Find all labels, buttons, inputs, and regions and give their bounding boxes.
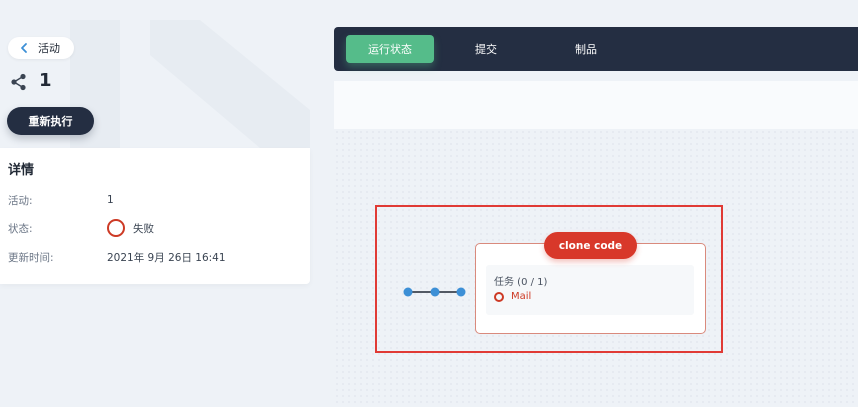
chevron-left-icon (21, 43, 27, 53)
task-item-label: Mail (511, 291, 532, 302)
rerun-button[interactable]: 重新执行 (7, 107, 94, 135)
pipeline-connector (403, 287, 466, 297)
detail-value: 1 (107, 194, 114, 206)
details-title: 详情 (8, 163, 35, 178)
task-box[interactable]: 任务 (0 / 1) Mail (486, 265, 694, 315)
detail-key: 更新时间: (8, 251, 54, 264)
tab-commits[interactable]: 提交 (458, 35, 514, 63)
detail-row-updated: 更新时间: 2021年 9月 26日 16:41 (8, 248, 308, 266)
detail-key: 活动: (8, 194, 33, 207)
tab-run-status[interactable]: 运行状态 (346, 35, 434, 63)
tab-bar: 运行状态 提交 制品 (334, 27, 858, 71)
tab-artifacts[interactable]: 制品 (558, 35, 614, 63)
run-number: 1 (39, 70, 52, 91)
run-header: 活动 1 重新执行 (0, 0, 310, 148)
details-card: 详情 活动: 1 状态: 失败 更新时间: 2021年 9月 26日 16:41 (0, 148, 310, 284)
failed-status-ring-icon (494, 291, 504, 302)
stage-name-badge[interactable]: clone code (544, 232, 637, 259)
task-count: 任务 (0 / 1) (494, 277, 548, 288)
failed-status-ring-icon (107, 219, 125, 237)
detail-row-activity: 活动: 1 (8, 191, 308, 209)
task-item[interactable]: Mail (494, 291, 531, 302)
detail-row-status: 状态: 失败 (8, 219, 308, 237)
detail-value: 2021年 9月 26日 16:41 (107, 251, 226, 264)
detail-key: 状态: (8, 222, 33, 235)
back-button[interactable]: 活动 (8, 37, 74, 59)
detail-value-wrap: 失败 (107, 219, 154, 237)
status-text: 失败 (133, 222, 154, 235)
pipeline-nodes-icon (11, 73, 26, 91)
canvas-toolbar (334, 81, 858, 129)
back-button-label: 活动 (38, 42, 60, 55)
